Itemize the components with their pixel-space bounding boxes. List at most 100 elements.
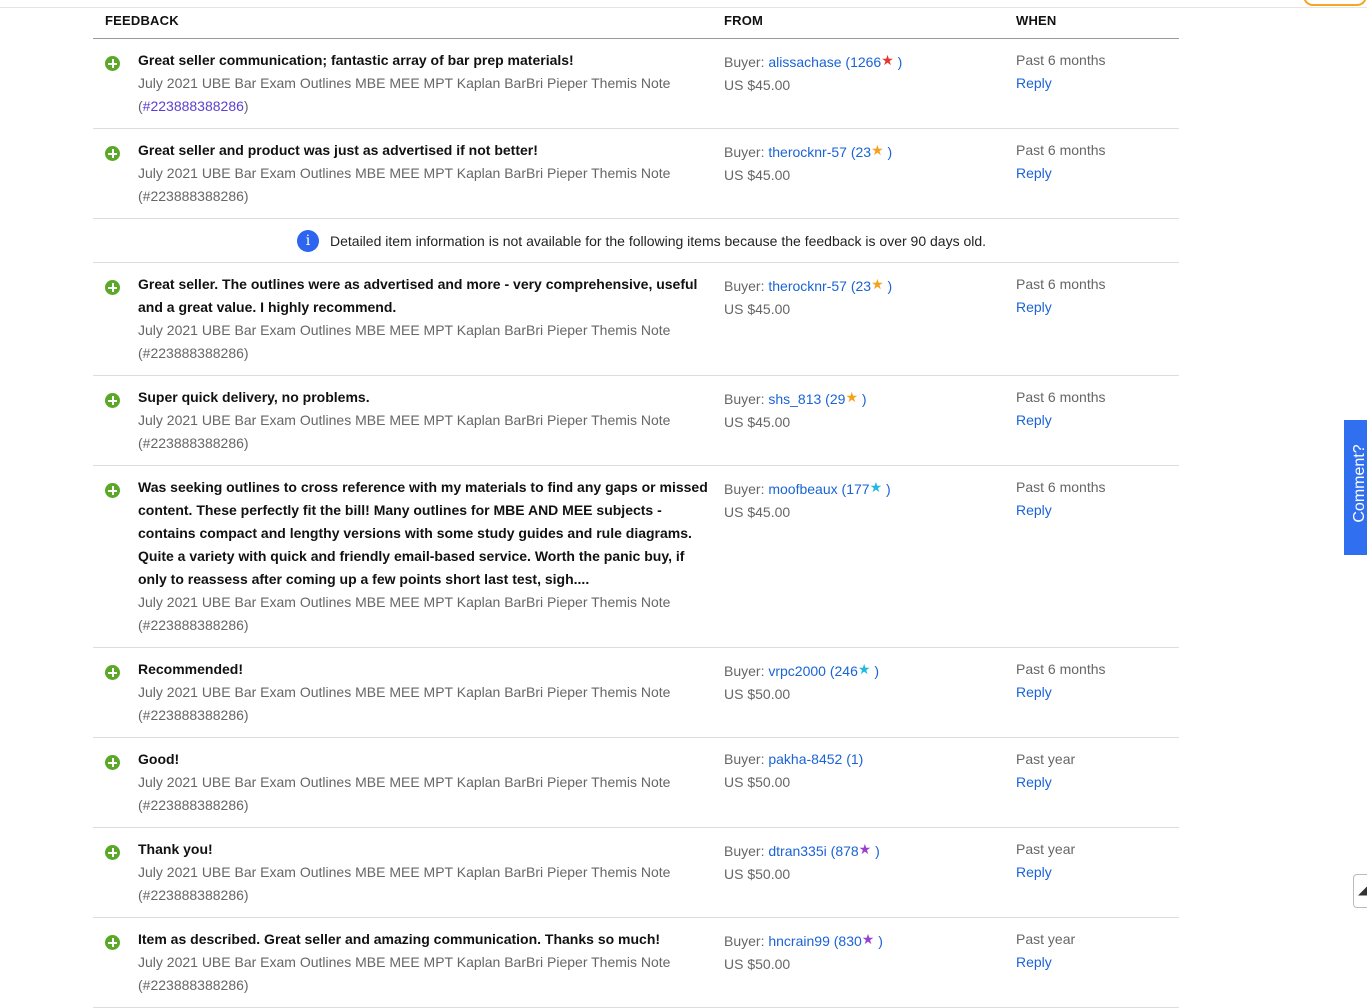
buyer-score-value: 1266 [850, 54, 882, 70]
item-number: (#223888388286) [138, 797, 249, 813]
buyer-score-value: 23 [855, 144, 872, 160]
from-cell: Buyer: shs_813 (29★ ) US $45.00 [724, 386, 1004, 434]
feedback-cell: Great seller communication; fantastic ar… [138, 49, 713, 118]
feedback-cell: Good! July 2021 UBE Bar Exam Outlines MBE… [138, 748, 713, 817]
feedback-comment: Was seeking outlines to cross reference … [138, 479, 708, 587]
from-cell: Buyer: pakha-8452 (1) US $50.00 [724, 748, 1004, 794]
feedback-time: Past year [1016, 931, 1076, 947]
buyer-username-link[interactable]: vrpc2000 [768, 663, 826, 679]
item-number-value: #223888388286 [142, 977, 244, 993]
feedback-row: Super quick delivery, no problems. July 2… [93, 376, 1179, 466]
feedback-time: Past 6 months [1016, 389, 1106, 405]
feedback-row: Was seeking outlines to cross reference … [93, 466, 1179, 648]
item-title: July 2021 UBE Bar Exam Outlines MBE MEE … [138, 954, 671, 970]
from-cell: Buyer: therocknr-57 (23★ ) US $45.00 [724, 139, 1004, 187]
buyer-line: Buyer: moofbeaux (177★ ) [724, 476, 1004, 501]
positive-feedback-icon [105, 935, 120, 950]
item-number-value: #223888388286 [142, 435, 244, 451]
buyer-username-link[interactable]: therocknr-57 [768, 278, 847, 294]
reply-link[interactable]: Reply [1016, 499, 1176, 522]
buyer-username-link[interactable]: alissachase [768, 54, 841, 70]
reply-link[interactable]: Reply [1016, 162, 1176, 185]
when-cell: Past 6 months Reply [1016, 386, 1176, 432]
buyer-line: Buyer: shs_813 (29★ ) [724, 386, 1004, 411]
feedback-comment: Great seller and product was just as adv… [138, 142, 538, 158]
feedback-time: Past 6 months [1016, 661, 1106, 677]
item-price: US $45.00 [724, 167, 791, 183]
buyer-line: Buyer: dtran335i (878★ ) [724, 838, 1004, 863]
buyer-label: Buyer: [724, 663, 769, 679]
reply-link[interactable]: Reply [1016, 72, 1176, 95]
item-price: US $50.00 [724, 774, 791, 790]
feedback-row: Recommended! July 2021 UBE Bar Exam Outli… [93, 648, 1179, 738]
reply-link[interactable]: Reply [1016, 681, 1176, 704]
feedback-row: Good! July 2021 UBE Bar Exam Outlines MBE… [93, 738, 1179, 828]
feedback-comment: Item as described. Great seller and amaz… [138, 931, 661, 947]
item-price: US $45.00 [724, 77, 791, 93]
item-number-value: #223888388286 [142, 188, 244, 204]
item-title: July 2021 UBE Bar Exam Outlines MBE MEE … [138, 684, 671, 700]
comment-side-tab[interactable]: Comment? [1344, 420, 1367, 555]
info-notice-text: Detailed item information is not availab… [330, 233, 987, 249]
from-cell: Buyer: alissachase (1266★ ) US $45.00 [724, 49, 1004, 97]
feedback-cell: Great seller. The outlines were as adver… [138, 273, 713, 365]
reply-link[interactable]: Reply [1016, 296, 1176, 319]
side-widget[interactable]: ◢ [1353, 874, 1367, 908]
buyer-score[interactable]: (1266★ ) [842, 52, 902, 70]
when-cell: Past 6 months Reply [1016, 273, 1176, 319]
buyer-score[interactable]: (23★ ) [847, 142, 892, 160]
item-price: US $45.00 [724, 301, 791, 317]
buyer-username-link[interactable]: therocknr-57 [768, 144, 847, 160]
feedback-star-icon: ★ [857, 661, 871, 677]
feedback-row: Great seller and product was just as adv… [93, 129, 1179, 219]
feedback-row: Great seller communication; fantastic ar… [93, 39, 1179, 129]
item-number: (#223888388286) [138, 707, 249, 723]
item-number: (#223888388286) [138, 887, 249, 903]
buyer-score[interactable]: (29★ ) [821, 389, 866, 407]
item-number-value[interactable]: #223888388286 [143, 98, 244, 114]
buyer-line: Buyer: hncrain99 (830★ ) [724, 928, 1004, 953]
feedback-star-icon: ★ [858, 841, 872, 857]
reply-link[interactable]: Reply [1016, 951, 1176, 974]
feedback-star-icon: ★ [861, 931, 875, 947]
header-when: WHEN [1016, 13, 1057, 28]
buyer-score-value: 246 [834, 663, 858, 679]
buyer-score[interactable]: (830★ ) [830, 931, 883, 949]
buyer-score[interactable]: (1) [842, 751, 863, 767]
reply-link[interactable]: Reply [1016, 771, 1176, 794]
when-cell: Past year Reply [1016, 748, 1176, 794]
buyer-score[interactable]: (177★ ) [838, 479, 891, 497]
buyer-username-link[interactable]: pakha-8452 [768, 751, 842, 767]
buyer-username-link[interactable]: shs_813 [768, 391, 821, 407]
feedback-star-icon: ★ [845, 389, 858, 405]
buyer-username-link[interactable]: moofbeaux [768, 481, 837, 497]
buyer-label: Buyer: [724, 933, 769, 949]
buyer-username-link[interactable]: dtran335i [768, 843, 826, 859]
buyer-line: Buyer: therocknr-57 (23★ ) [724, 139, 1004, 164]
item-number-value: #223888388286 [142, 617, 244, 633]
feedback-row: Great seller. The outlines were as adver… [93, 263, 1179, 376]
positive-feedback-icon [105, 56, 120, 71]
top-right-button-edge[interactable] [1303, 0, 1367, 6]
item-title: July 2021 UBE Bar Exam Outlines MBE MEE … [138, 774, 671, 790]
item-price: US $50.00 [724, 686, 791, 702]
from-cell: Buyer: therocknr-57 (23★ ) US $45.00 [724, 273, 1004, 321]
reply-link[interactable]: Reply [1016, 409, 1176, 432]
buyer-score[interactable]: (246★ ) [826, 661, 879, 679]
buyer-label: Buyer: [724, 144, 769, 160]
from-cell: Buyer: moofbeaux (177★ ) US $45.00 [724, 476, 1004, 524]
buyer-label: Buyer: [724, 843, 769, 859]
feedback-star-icon: ★ [869, 479, 883, 495]
feedback-star-icon: ★ [871, 276, 884, 292]
feedback-cell: Thank you! July 2021 UBE Bar Exam Outline… [138, 838, 713, 907]
feedback-time: Past year [1016, 841, 1076, 857]
buyer-username-link[interactable]: hncrain99 [768, 933, 830, 949]
reply-link[interactable]: Reply [1016, 861, 1176, 884]
buyer-score-value: 29 [829, 391, 846, 407]
buyer-score[interactable]: (23★ ) [847, 276, 892, 294]
buyer-score[interactable]: (878★ ) [827, 841, 880, 859]
item-number-value: #223888388286 [142, 797, 244, 813]
info-notice: i Detailed item information is not availa… [93, 219, 1179, 263]
item-number-value: #223888388286 [142, 887, 244, 903]
positive-feedback-icon [105, 845, 120, 860]
